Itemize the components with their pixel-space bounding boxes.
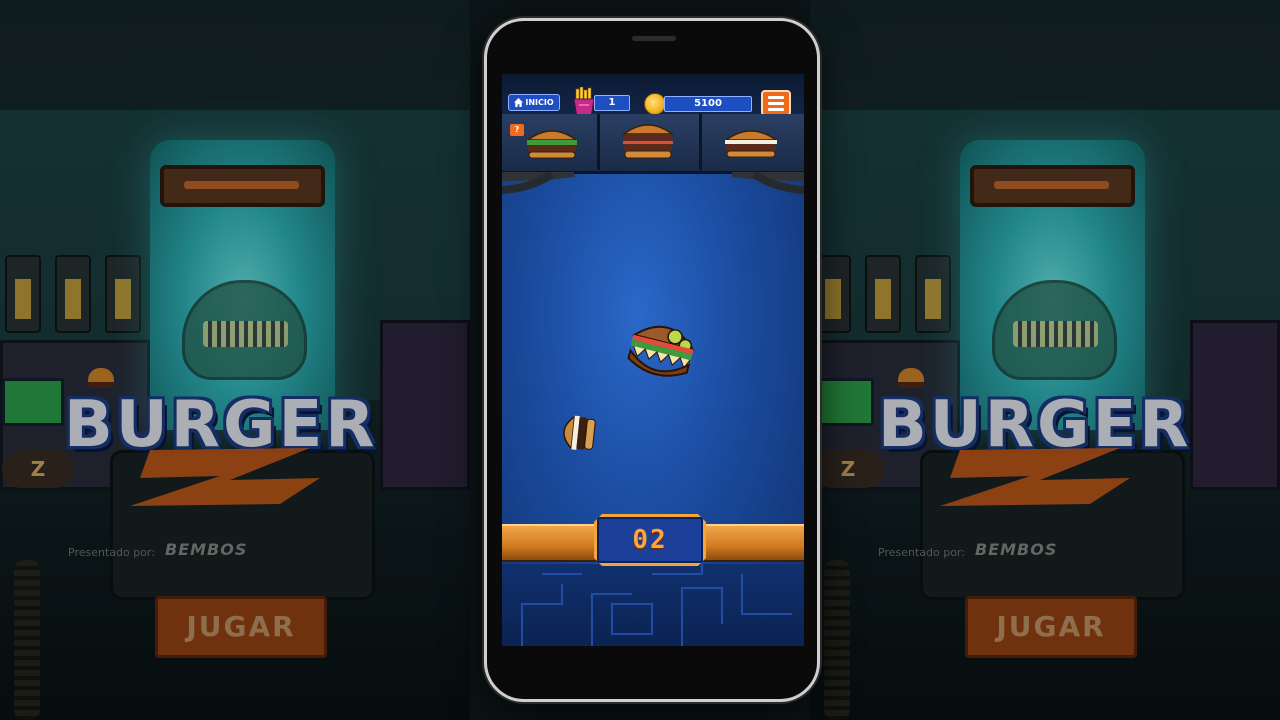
game-screen[interactable]: INICIO 1 5100 ? 02 xyxy=(502,74,804,646)
pipes-decoration xyxy=(731,172,804,194)
coin-icon xyxy=(644,93,666,115)
fries-icon xyxy=(573,87,595,117)
home-label: INICIO xyxy=(525,98,554,107)
hamburger-menu-icon xyxy=(768,95,784,99)
falling-burger[interactable] xyxy=(551,410,605,455)
falling-monster-burger[interactable] xyxy=(618,304,705,391)
order-bar: ? xyxy=(502,114,804,174)
circuit-pattern xyxy=(521,564,792,646)
menu-button[interactable] xyxy=(761,90,791,116)
background-right: Z BURGER Presentado por: BEMBOS JUGAR xyxy=(810,0,1280,720)
home-button[interactable]: INICIO xyxy=(508,94,560,111)
phone-speaker xyxy=(632,36,676,41)
order-slot-2 xyxy=(600,114,702,170)
cheese-burger-icon xyxy=(723,130,779,158)
order-slot-1: ? xyxy=(502,114,600,170)
classic-burger-icon xyxy=(525,130,579,159)
order-slot-3 xyxy=(702,114,804,170)
pipes-decoration xyxy=(502,172,575,194)
fries-count: 1 xyxy=(594,95,630,111)
home-icon xyxy=(514,98,524,107)
double-burger-icon xyxy=(621,124,675,159)
background-left: Z BURGER Presentado por: BEMBOS JUGAR xyxy=(0,0,470,720)
score-counter: 02 xyxy=(632,525,668,555)
help-button[interactable]: ? xyxy=(510,124,524,136)
coin-count: 5100 xyxy=(664,96,752,112)
floor xyxy=(502,564,804,646)
